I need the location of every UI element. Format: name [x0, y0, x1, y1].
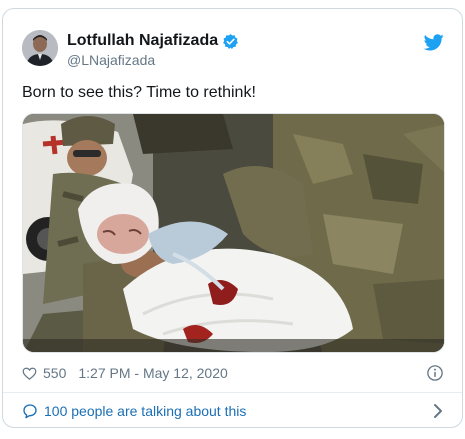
conversation-link[interactable]: 100 people are talking about this	[22, 400, 446, 422]
heart-icon[interactable]	[22, 366, 37, 381]
divider	[3, 392, 462, 393]
name-row: Lotfullah Najafizada	[67, 32, 239, 50]
display-name[interactable]: Lotfullah Najafizada	[67, 32, 218, 50]
like-count[interactable]: 550	[43, 365, 66, 381]
tweet-header: Lotfullah Najafizada @LNajafizada	[22, 30, 446, 70]
tweet-photo[interactable]	[22, 113, 445, 353]
twitter-bird-icon[interactable]	[423, 34, 444, 51]
avatar[interactable]	[22, 30, 58, 66]
tweet-card: Lotfullah Najafizada @LNajafizada Born t…	[2, 8, 463, 428]
info-icon[interactable]	[426, 364, 444, 382]
tweet-meta: 550 1:27 PM - May 12, 2020	[22, 361, 446, 385]
timestamp[interactable]: 1:27 PM - May 12, 2020	[78, 365, 227, 381]
chevron-right-icon[interactable]	[432, 403, 444, 419]
talking-count-text: 100 people are talking about this	[44, 403, 247, 419]
user-handle[interactable]: @LNajafizada	[67, 52, 155, 68]
tweet-text: Born to see this? Time to rethink!	[22, 84, 256, 101]
verified-badge-icon	[222, 33, 239, 50]
speech-bubble-icon	[22, 403, 38, 419]
